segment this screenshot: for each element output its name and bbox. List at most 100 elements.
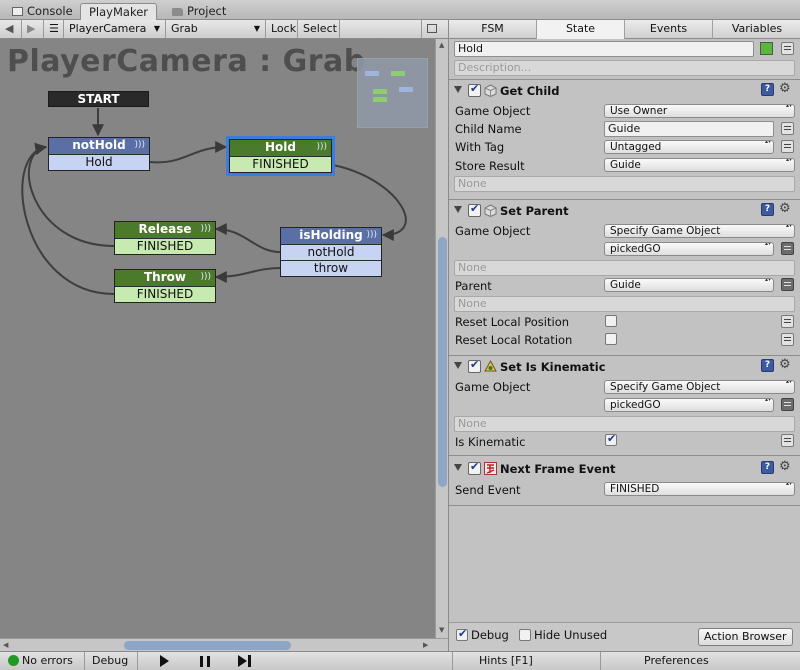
collapse-arrow-icon[interactable] bbox=[454, 206, 462, 213]
back-button[interactable]: ◀ bbox=[0, 20, 22, 38]
vertical-scroll-thumb[interactable] bbox=[438, 237, 447, 487]
scroll-right-icon[interactable]: ▶ bbox=[423, 641, 428, 649]
menu-icon: ☰ bbox=[49, 22, 59, 35]
pause-icon[interactable] bbox=[200, 656, 210, 667]
menu-button[interactable]: ☰ bbox=[44, 20, 64, 38]
gear-icon[interactable]: ⚙ bbox=[779, 357, 791, 372]
child-name-input[interactable]: Guide bbox=[604, 121, 774, 137]
graph-horizontal-scrollbar[interactable]: ◀ ▶ bbox=[0, 638, 448, 651]
tab-console[interactable]: Console bbox=[4, 3, 81, 20]
action-header[interactable]: Next Frame Event ? ⚙ bbox=[449, 459, 800, 479]
game-object-mode-dropdown[interactable]: Specify Game Object bbox=[604, 224, 795, 238]
state-node-isholding[interactable]: isHolding))) notHold throw bbox=[280, 227, 382, 277]
gear-icon[interactable]: ⚙ bbox=[779, 459, 791, 474]
select-button[interactable]: Select bbox=[298, 20, 340, 38]
transition-links bbox=[21, 108, 407, 295]
graph-vertical-scrollbar[interactable]: ▲ ▼ bbox=[435, 39, 448, 638]
variable-toggle-button[interactable] bbox=[781, 315, 794, 328]
is-kinematic-checkbox[interactable] bbox=[605, 432, 617, 446]
scroll-up-icon[interactable]: ▲ bbox=[439, 41, 444, 49]
action-enabled-checkbox[interactable] bbox=[468, 202, 481, 217]
forward-button[interactable]: ▶ bbox=[22, 20, 44, 38]
state-node-throw[interactable]: Throw))) FINISHED bbox=[114, 269, 216, 303]
variable-toggle-button[interactable] bbox=[781, 140, 794, 153]
state-color-swatch[interactable] bbox=[760, 42, 773, 55]
action-enabled-checkbox[interactable] bbox=[468, 82, 481, 97]
store-result-dropdown[interactable]: Guide bbox=[604, 158, 795, 172]
transition-event[interactable]: Hold bbox=[49, 154, 149, 170]
action-header[interactable]: Set Parent ? ⚙ bbox=[449, 201, 800, 221]
action-enabled-checkbox[interactable] bbox=[468, 460, 481, 475]
gear-icon[interactable]: ⚙ bbox=[779, 201, 791, 216]
game-object-variable-dropdown[interactable]: pickedGO bbox=[604, 242, 774, 256]
link-nothold-release bbox=[214, 223, 281, 253]
hints-button[interactable]: Hints [F1] bbox=[479, 652, 533, 670]
variable-toggle-button[interactable] bbox=[781, 278, 794, 291]
state-name: Throw bbox=[144, 270, 186, 284]
variable-toggle-button[interactable] bbox=[781, 398, 794, 411]
frame-icon bbox=[427, 24, 437, 33]
action-header[interactable]: Set Is Kinematic ? ⚙ bbox=[449, 357, 800, 377]
variable-toggle-button[interactable] bbox=[781, 434, 794, 447]
play-icon[interactable] bbox=[160, 655, 169, 667]
transition-event[interactable]: FINISHED bbox=[115, 238, 215, 254]
tab-playmaker[interactable]: PlayMaker bbox=[80, 3, 158, 20]
hide-unused-checkbox[interactable] bbox=[519, 629, 531, 641]
fsm-graph-canvas[interactable]: PlayerCamera : Grab START notHold))) Hol… bbox=[0, 39, 435, 638]
tab-project[interactable]: Project bbox=[164, 3, 234, 20]
help-icon[interactable]: ? bbox=[761, 359, 774, 372]
tab-fsm[interactable]: FSM bbox=[449, 20, 537, 39]
reset-local-position-checkbox[interactable] bbox=[605, 315, 617, 327]
scroll-left-icon[interactable]: ◀ bbox=[3, 641, 8, 649]
tab-events[interactable]: Events bbox=[625, 20, 713, 39]
variable-toggle-button[interactable] bbox=[781, 242, 794, 255]
debug-checkbox[interactable] bbox=[456, 627, 468, 641]
preferences-button[interactable]: Preferences bbox=[644, 652, 709, 670]
scroll-down-icon[interactable]: ▼ bbox=[439, 626, 444, 634]
tab-state[interactable]: State bbox=[537, 20, 625, 39]
graph-settings-button[interactable] bbox=[421, 20, 441, 38]
state-node-nothold[interactable]: notHold))) Hold bbox=[48, 137, 150, 171]
fsm-select-dropdown[interactable]: PlayerCamera ▼ bbox=[64, 20, 166, 38]
state-name: Release bbox=[138, 222, 192, 236]
game-object-mode-dropdown[interactable]: Specify Game Object bbox=[604, 380, 795, 394]
debug-dropdown[interactable]: Debug ▼ bbox=[84, 652, 138, 670]
help-icon[interactable]: ? bbox=[761, 203, 774, 216]
dropdown-arrow-icon: ▼ bbox=[253, 24, 260, 33]
lock-button[interactable]: Lock bbox=[266, 20, 298, 38]
tab-variables[interactable]: Variables bbox=[713, 20, 800, 39]
action-header[interactable]: Get Child ? ⚙ bbox=[449, 81, 800, 101]
transition-event[interactable]: FINISHED bbox=[230, 156, 331, 172]
help-icon[interactable]: ? bbox=[761, 83, 774, 96]
horizontal-scroll-thumb[interactable] bbox=[124, 641, 291, 650]
state-node-release[interactable]: Release))) FINISHED bbox=[114, 221, 216, 255]
transition-event[interactable]: throw bbox=[281, 260, 381, 276]
error-status[interactable]: No errors bbox=[8, 652, 73, 670]
game-object-none: None bbox=[454, 260, 795, 276]
gameobject-icon bbox=[484, 204, 497, 218]
transition-event[interactable]: FINISHED bbox=[115, 286, 215, 302]
variable-toggle-button[interactable] bbox=[781, 122, 794, 135]
state-name-input[interactable]: Hold bbox=[454, 41, 754, 57]
game-object-variable-dropdown[interactable]: pickedGO bbox=[604, 398, 774, 412]
reset-local-rotation-checkbox[interactable] bbox=[605, 333, 617, 345]
description-input[interactable]: Description... bbox=[454, 60, 795, 76]
with-tag-dropdown[interactable]: Untagged bbox=[604, 140, 774, 154]
transition-event[interactable]: notHold bbox=[281, 244, 381, 260]
state-select-dropdown[interactable]: Grab ▼ bbox=[166, 20, 266, 38]
collapse-arrow-icon[interactable] bbox=[454, 86, 462, 93]
parent-dropdown[interactable]: Guide bbox=[604, 278, 774, 292]
action-browser-button[interactable]: Action Browser bbox=[698, 628, 793, 646]
collapse-arrow-icon[interactable] bbox=[454, 464, 462, 471]
step-icon[interactable] bbox=[238, 655, 252, 667]
start-node[interactable]: START bbox=[48, 91, 149, 107]
send-event-dropdown[interactable]: FINISHED bbox=[604, 482, 795, 496]
action-enabled-checkbox[interactable] bbox=[468, 358, 481, 373]
game-object-dropdown[interactable]: Use Owner bbox=[604, 104, 795, 118]
state-node-hold[interactable]: Hold))) FINISHED bbox=[226, 136, 335, 176]
gear-icon[interactable]: ⚙ bbox=[779, 81, 791, 96]
state-settings-button[interactable] bbox=[781, 42, 794, 55]
variable-toggle-button[interactable] bbox=[781, 333, 794, 346]
help-icon[interactable]: ? bbox=[761, 461, 774, 474]
collapse-arrow-icon[interactable] bbox=[454, 362, 462, 369]
